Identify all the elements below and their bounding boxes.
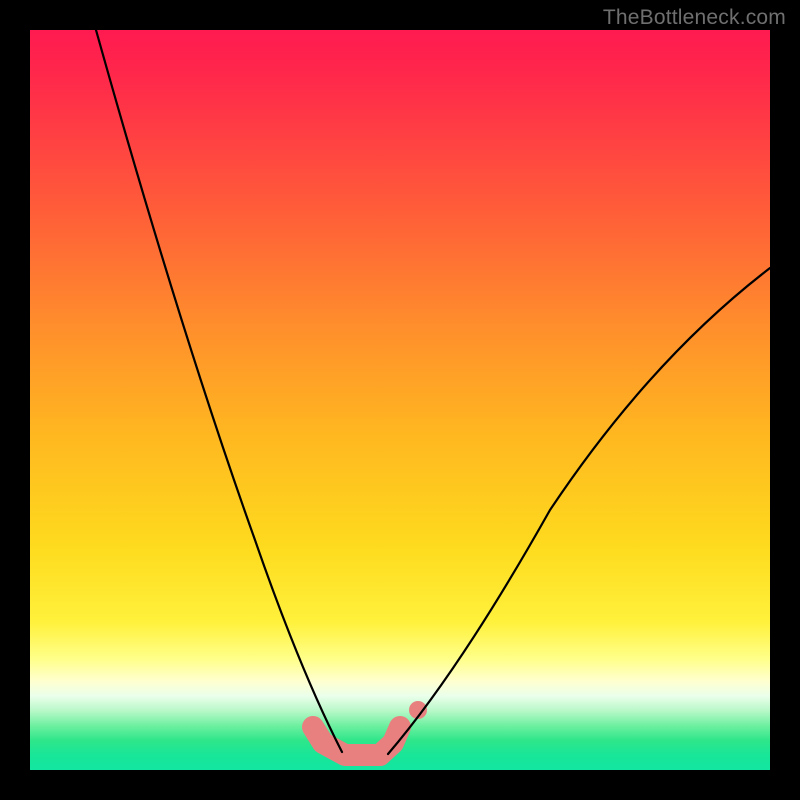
right-curve <box>388 268 770 754</box>
chart-svg <box>30 30 770 770</box>
left-curve <box>96 30 342 752</box>
chart-frame: TheBottleneck.com <box>0 0 800 800</box>
plot-area <box>30 30 770 770</box>
watermark-text: TheBottleneck.com <box>603 6 786 30</box>
optimal-region-stroke <box>313 727 400 755</box>
